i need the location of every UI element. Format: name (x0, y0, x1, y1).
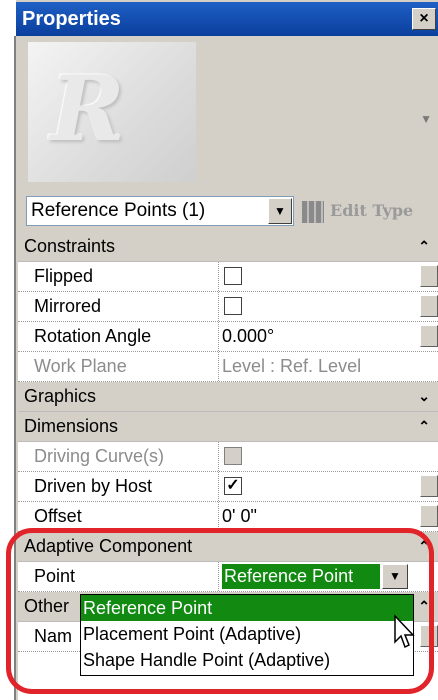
property-rotation-angle: Rotation Angle 0.000° (18, 322, 438, 352)
point-dropdown-button[interactable]: ▼ (382, 564, 408, 589)
group-dimensions[interactable]: Dimensions ⌃ (18, 412, 438, 442)
mirrored-checkbox[interactable] (224, 297, 242, 315)
associate-parameter-button[interactable] (420, 265, 438, 287)
collapse-icon[interactable]: ⌃ (418, 592, 430, 621)
property-work-plane: Work Plane Level : Ref. Level (18, 352, 438, 382)
property-label: Driving Curve(s) (34, 446, 165, 466)
left-chrome (0, 0, 16, 700)
property-mirrored: Mirrored (18, 292, 438, 322)
type-thumbnail: R (28, 42, 196, 182)
collapse-icon[interactable]: ⌃ (418, 232, 430, 261)
property-label: Driven by Host (34, 476, 153, 496)
edit-type-icon (302, 200, 324, 223)
property-offset: Offset 0' 0" (18, 502, 438, 532)
property-label: Point (34, 566, 76, 586)
column-divider (218, 562, 219, 591)
type-selector-value: Reference Points (1) (31, 200, 206, 221)
column-divider (218, 472, 219, 501)
option-shape-handle-point[interactable]: Shape Handle Point (Adaptive) (81, 647, 413, 673)
collapse-icon[interactable]: ⌃ (418, 412, 430, 441)
property-label: Mirrored (34, 296, 102, 316)
property-label: Rotation Angle (34, 326, 152, 346)
group-graphics[interactable]: Graphics ⌄ (18, 382, 438, 412)
type-selector-combobox[interactable]: Reference Points (1) ▼ (26, 196, 294, 226)
property-driven-by-host: Driven by Host ✓ (18, 472, 438, 502)
property-label: Work Plane (34, 356, 127, 376)
type-preview: R ▼ (18, 36, 438, 190)
rotation-angle-field[interactable]: 0.000° (222, 322, 412, 351)
column-divider (218, 262, 219, 291)
driving-curves-checkbox (224, 447, 242, 465)
close-button[interactable]: × (412, 8, 436, 30)
group-label: Graphics (24, 386, 97, 406)
chevron-down-icon: ▼ (389, 569, 401, 583)
offset-field[interactable]: 0' 0" (222, 502, 412, 531)
type-selector-row: Reference Points (1) ▼ Edit Type (18, 190, 438, 232)
property-driving-curves: Driving Curve(s) (18, 442, 438, 472)
column-divider (218, 352, 219, 381)
property-label: Flipped (34, 266, 94, 286)
flipped-checkbox[interactable] (224, 267, 242, 285)
associate-parameter-button[interactable] (420, 325, 438, 347)
group-adaptive-component[interactable]: Adaptive Component ⌃ (18, 532, 438, 562)
mouse-cursor-icon (394, 614, 415, 649)
point-dropdown-list: Reference Point Placement Point (Adaptiv… (80, 594, 414, 676)
property-flipped: Flipped (18, 262, 438, 292)
associate-parameter-button[interactable] (420, 625, 438, 647)
column-divider (218, 322, 219, 351)
collapse-icon[interactable]: ⌃ (418, 532, 430, 561)
associate-parameter-button[interactable] (420, 295, 438, 317)
column-divider (218, 292, 219, 321)
revit-logo-icon: R (50, 56, 125, 162)
column-divider (218, 502, 219, 531)
chevron-down-icon: ▼ (274, 204, 286, 218)
group-label: Dimensions (24, 416, 119, 436)
properties-palette: Properties × R ▼ Reference Points (1) ▼ … (0, 0, 438, 700)
group-label: Constraints (24, 236, 116, 256)
type-selector-dropdown-button[interactable]: ▼ (268, 198, 292, 224)
left-chrome-edge (14, 36, 16, 700)
preview-expand-icon[interactable]: ▼ (420, 112, 432, 126)
edit-type-button[interactable]: Edit Type (302, 198, 434, 226)
associate-parameter-button[interactable] (420, 475, 438, 497)
property-point: Point Reference Point ▼ (18, 562, 438, 592)
work-plane-value: Level : Ref. Level (222, 356, 362, 376)
column-divider (218, 442, 219, 471)
window-title: Properties (22, 8, 121, 30)
property-label: Offset (34, 506, 82, 526)
expand-icon[interactable]: ⌄ (418, 382, 430, 411)
option-reference-point[interactable]: Reference Point (81, 595, 413, 621)
edit-type-label: Edit Type (330, 201, 414, 220)
option-placement-point[interactable]: Placement Point (Adaptive) (81, 621, 413, 647)
group-constraints[interactable]: Constraints ⌃ (18, 232, 438, 262)
driven-by-host-checkbox[interactable]: ✓ (224, 477, 242, 495)
group-label: Adaptive Component (24, 536, 193, 556)
point-combobox-value[interactable]: Reference Point (222, 564, 380, 589)
associate-parameter-button[interactable] (420, 505, 438, 527)
title-bar[interactable]: Properties × (16, 2, 438, 36)
close-icon: × (419, 10, 429, 27)
